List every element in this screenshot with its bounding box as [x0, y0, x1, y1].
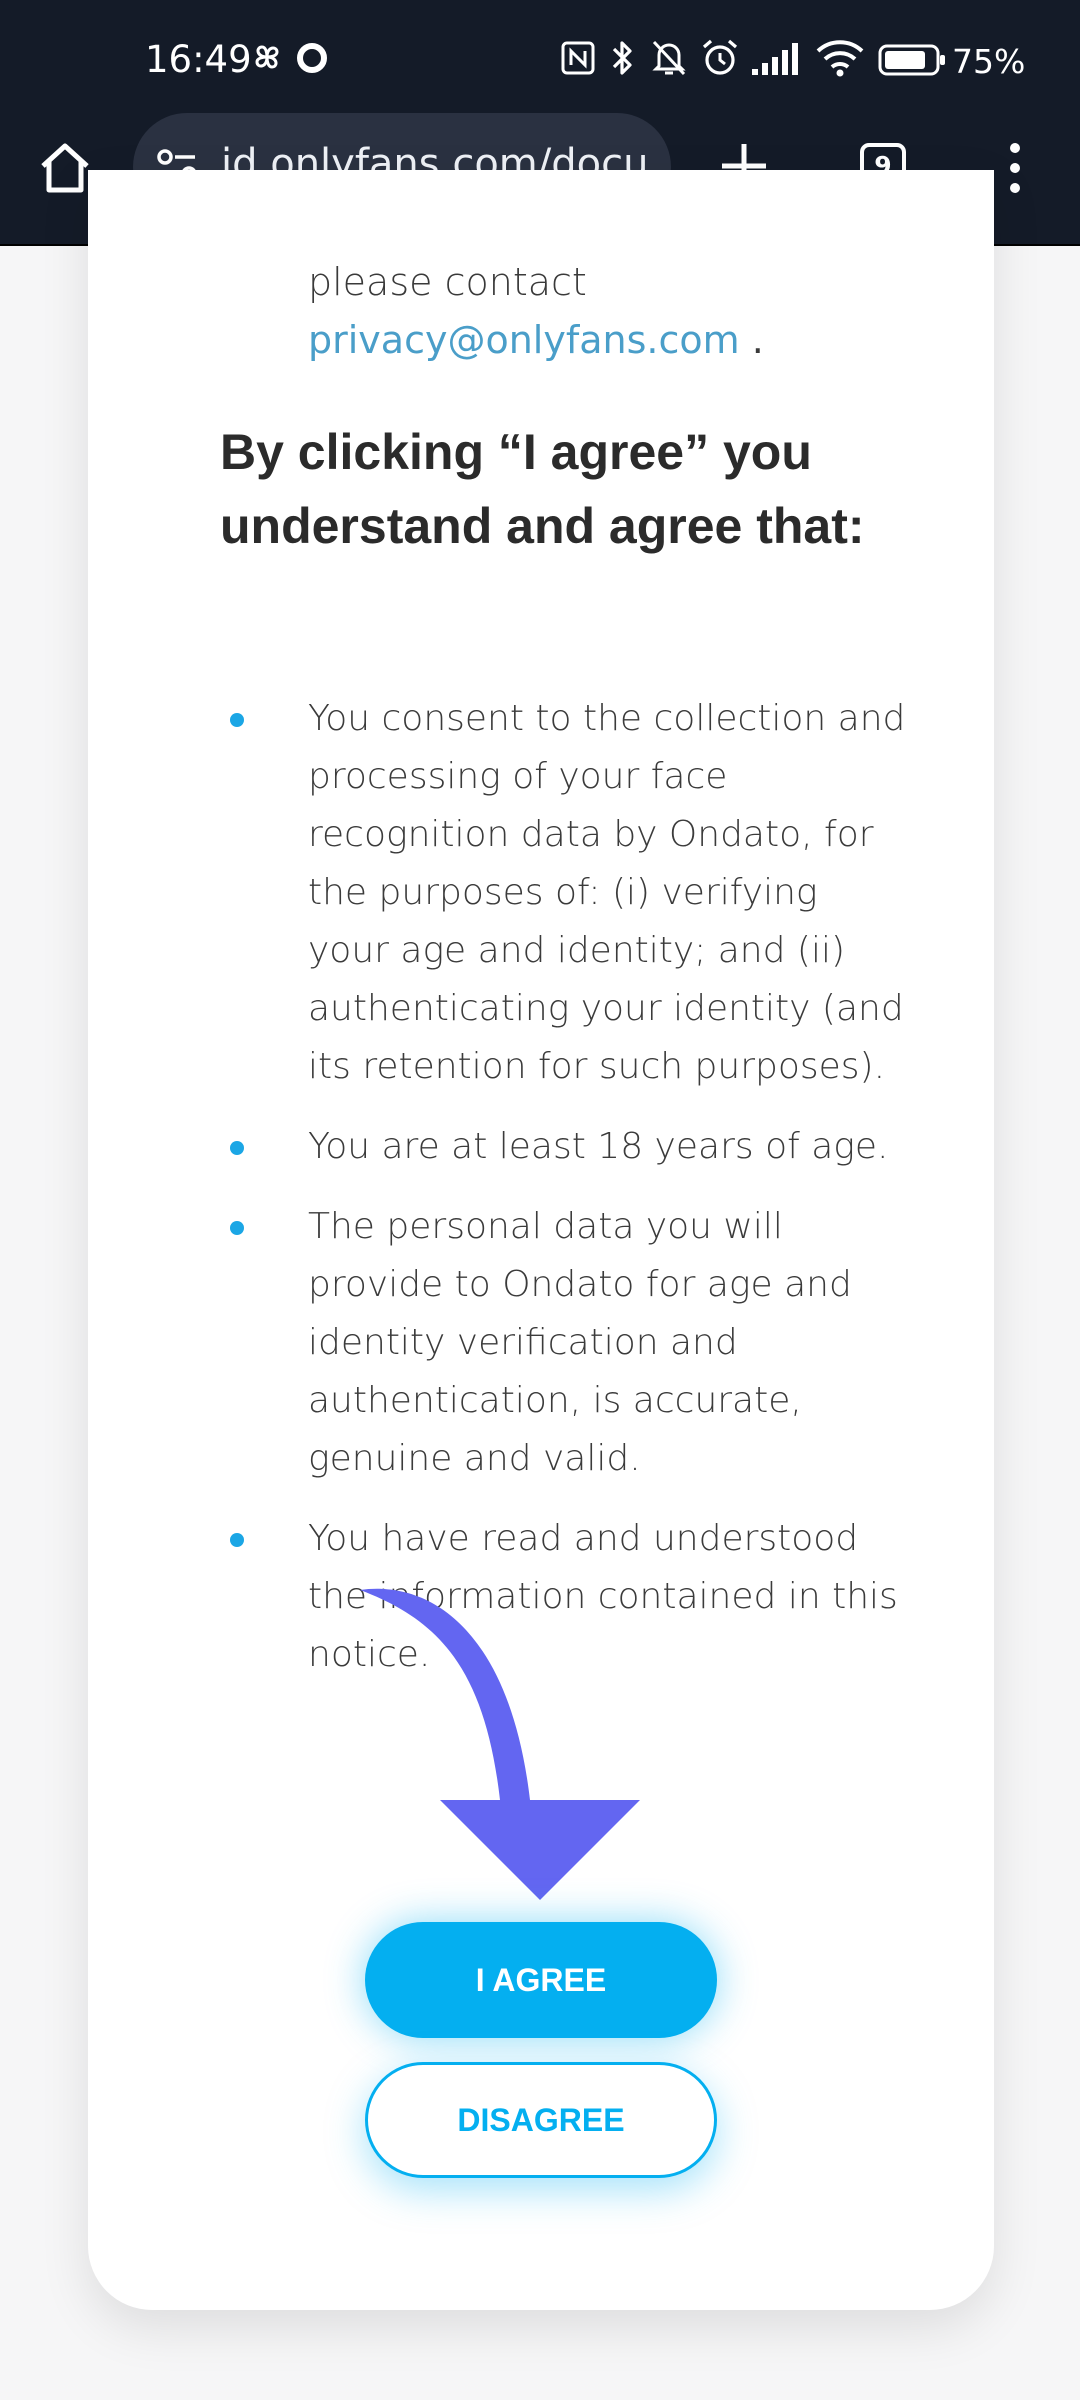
- contact-text: please contact: [308, 260, 587, 304]
- battery-percent: 75%: [952, 42, 1026, 81]
- bullet-dot-icon: [230, 1221, 244, 1235]
- consent-heading: By clicking “I agree” you understand and…: [220, 424, 865, 554]
- signal-icon: [752, 43, 798, 75]
- list-item: You consent to the collection and proces…: [225, 690, 908, 1096]
- pinwheel-icon: [255, 45, 279, 69]
- nfc-icon: [561, 41, 595, 75]
- wifi-icon: [816, 40, 864, 77]
- status-bar: 16:49 75%: [0, 0, 1080, 120]
- bullet-dot-icon: [230, 1141, 244, 1155]
- list-item-text: The personal data you will provide to On…: [308, 1206, 852, 1479]
- disagree-button[interactable]: DISAGREE: [365, 2062, 717, 2178]
- contact-email-line: privacy@onlyfans.com .: [308, 318, 764, 362]
- arrow-pointer-icon: [360, 1588, 640, 1900]
- clock: 16:49: [145, 38, 252, 81]
- battery-icon: [878, 44, 945, 76]
- bluetooth-icon: [612, 41, 632, 75]
- contact-email-link[interactable]: privacy@onlyfans.com: [308, 318, 740, 362]
- bullet-dot-icon: [230, 1533, 244, 1547]
- list-item: You are at least 18 years of age.: [225, 1118, 908, 1176]
- contact-suffix: .: [739, 318, 764, 362]
- circle-icon: [297, 43, 327, 73]
- bullet-dot-icon: [230, 713, 244, 727]
- overflow-menu-icon[interactable]: [1000, 140, 1030, 196]
- agree-button[interactable]: I AGREE: [365, 1922, 717, 2038]
- alarm-icon: [702, 39, 738, 75]
- consent-list: You consent to the collection and proces…: [225, 690, 925, 1706]
- list-item-text: You consent to the collection and proces…: [308, 698, 906, 1087]
- list-item-text: You are at least 18 years of age.: [308, 1126, 889, 1167]
- home-icon[interactable]: [35, 140, 95, 196]
- bell-off-icon: [652, 40, 686, 76]
- list-item: The personal data you will provide to On…: [225, 1198, 908, 1488]
